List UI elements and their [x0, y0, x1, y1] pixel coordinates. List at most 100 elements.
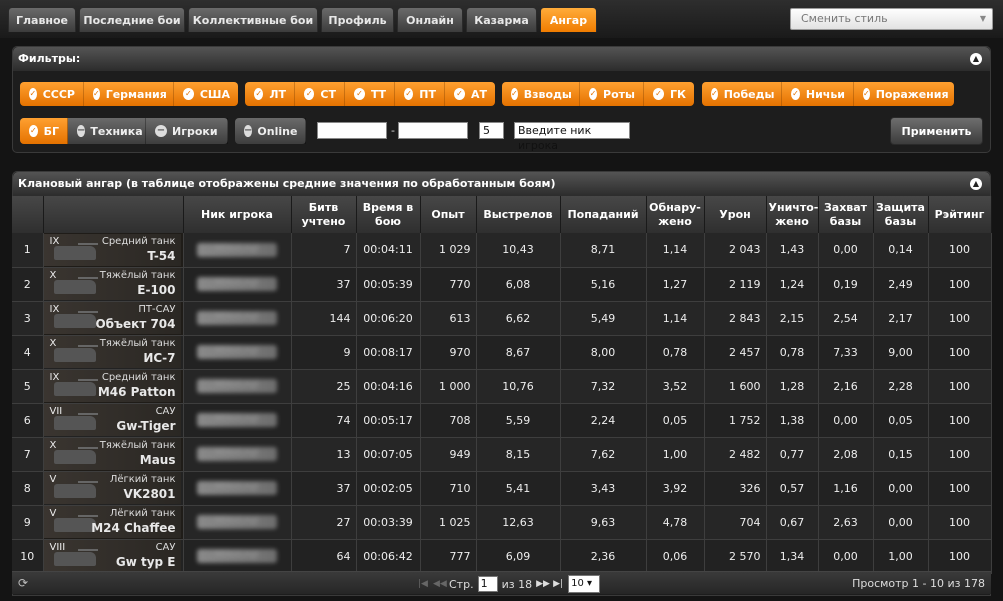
tank-name: T-54 — [147, 248, 176, 263]
column-header-hits[interactable]: Попаданий — [560, 196, 647, 233]
refresh-icon[interactable]: ⟳ — [18, 576, 28, 590]
next-page-icon[interactable]: ▶▶ — [536, 579, 550, 589]
player-nick[interactable]: MikoLogi — [183, 335, 292, 370]
apply-button[interactable]: Применить — [890, 117, 983, 145]
tank-icon — [53, 484, 96, 498]
min-battles-input[interactable]: 5 — [479, 122, 504, 139]
cell-capture: 2,16 — [818, 369, 874, 404]
tab-profile[interactable]: Профиль — [321, 7, 394, 32]
cell-spotted: 0,05 — [646, 403, 705, 438]
cell-exp: 708 — [420, 403, 477, 438]
filter-usa[interactable]: ✓ США — [174, 82, 238, 106]
check-icon: ✓ — [511, 88, 518, 100]
column-header-exp[interactable]: Опыт — [420, 196, 477, 233]
table-row[interactable]: 6 VII САУ Gw-Tiger MikoLogi 74 00:05:17 708 5,59… — [12, 403, 992, 438]
player-nick[interactable]: MikoLogi — [183, 267, 292, 302]
online-filter: − Online — [235, 118, 306, 144]
player-nick[interactable]: MikoLogi — [183, 505, 292, 540]
cell-defense: 1,00 — [873, 539, 929, 574]
table-row[interactable]: 7 X Тяжёлый танк Maus MikoLogi 13 00:07:05 949 8… — [12, 437, 992, 472]
column-header-rating[interactable]: Рэйтинг — [928, 196, 992, 233]
row-number: 10 — [12, 539, 44, 574]
cell-hits: 2,24 — [560, 403, 647, 438]
cell-time: 00:06:20 — [356, 301, 421, 336]
column-header-time[interactable]: Время в бою — [356, 196, 421, 233]
column-header-capture[interactable]: Захват базы — [818, 196, 874, 233]
cell-damage: 1 600 — [704, 369, 767, 404]
tank-name: M24 Chaffee — [91, 521, 176, 535]
hangar-header: Клановый ангар (в таблице отображены сре… — [13, 172, 990, 196]
cell-rating: 100 — [928, 301, 992, 336]
view-range-text: Просмотр 1 - 10 из 178 — [852, 577, 985, 590]
filter-online[interactable]: − Online — [235, 118, 306, 144]
filter-draws[interactable]: ✓ Ничьи — [782, 82, 854, 106]
tab-online[interactable]: Онлайн — [397, 7, 463, 32]
cell-rating: 100 — [928, 335, 992, 370]
cell-spotted: 4,78 — [646, 505, 705, 540]
column-header-spotted[interactable]: Обнару-жено — [646, 196, 705, 233]
cell-spotted: 1,27 — [646, 267, 705, 302]
table-row[interactable]: 2 X Тяжёлый танк E-100 MikoLogi 37 00:05:39 770… — [12, 267, 992, 302]
page-input[interactable]: 1 — [477, 576, 498, 592]
cell-spotted: 1,00 — [646, 437, 705, 472]
column-header-kills[interactable]: Уничто-жено — [766, 196, 819, 233]
filter-pt[interactable]: ✓ ПТ — [395, 82, 445, 106]
player-nick[interactable]: MikoLogi — [183, 233, 292, 268]
tab-barracks[interactable]: Казарма — [466, 7, 537, 32]
filter-germany[interactable]: ✓ Германия — [84, 82, 174, 106]
filter-defeats[interactable]: ✓ Поражения — [854, 82, 954, 106]
table-row[interactable]: 4 X Тяжёлый танк ИС-7 MikoLogi 9 00:08:17 970 8,… — [12, 335, 992, 370]
filter-wins[interactable]: ✓ Победы — [702, 82, 782, 106]
view-bg[interactable]: ✓ БГ — [20, 118, 68, 144]
view-vehicles[interactable]: − Техника — [68, 118, 146, 144]
last-page-icon[interactable]: ▶| — [552, 579, 564, 589]
filter-st[interactable]: ✓ СТ — [295, 82, 345, 106]
player-nick[interactable]: MikoLogi — [183, 301, 292, 336]
table-row[interactable]: 1 IX Средний танк T-54 MikoLogi 7 00:04:11 1 02… — [12, 233, 992, 268]
style-select[interactable]: Сменить стиль ▼ — [790, 8, 993, 30]
player-nick-input[interactable]: Введите ник игрока — [514, 122, 630, 152]
tank-name: Объект 704 — [95, 317, 176, 331]
column-header-damage[interactable]: Урон — [704, 196, 767, 233]
tank-gun-icon — [77, 379, 98, 381]
tank-gun-icon — [77, 447, 98, 449]
first-page-icon[interactable]: |◀ — [417, 579, 429, 589]
filter-ussr[interactable]: ✓ СССР — [20, 82, 84, 106]
table-row[interactable]: 10 VIII САУ Gw typ E MikoLogi 64 00:06:42 777 6,… — [12, 539, 992, 574]
table-row[interactable]: 8 V Лёгкий танк VK2801 MikoLogi 37 00:02:05 710… — [12, 471, 992, 506]
player-nick[interactable]: MikoLogi — [183, 471, 292, 506]
tank-level: VII — [49, 406, 63, 417]
tab-team-battles[interactable]: Коллективные бои — [188, 7, 318, 32]
player-nick[interactable]: MikoLogi — [183, 437, 292, 472]
filter-tt[interactable]: ✓ ТТ — [345, 82, 395, 106]
filter-gk[interactable]: ✓ ГК — [644, 82, 694, 106]
filter-companies[interactable]: ✓ Роты — [580, 82, 644, 106]
cell-shots: 6,08 — [476, 267, 561, 302]
table-row[interactable]: 3 IX ПТ-САУ Объект 704 MikoLogi 144 00:06:20 61… — [12, 301, 992, 336]
column-header-nick[interactable]: Ник игрока — [183, 196, 292, 233]
table-row[interactable]: 9 V Лёгкий танк M24 Chaffee MikoLogi 27 00:03:… — [12, 505, 992, 540]
column-header-shots[interactable]: Выстрелов — [476, 196, 561, 233]
table-row[interactable]: 5 IX Средний танк M46 Patton MikoLogi 25 00:04… — [12, 369, 992, 404]
view-players[interactable]: − Игроки — [146, 118, 228, 144]
tab-main[interactable]: Главное — [8, 7, 76, 32]
per-page-select[interactable]: 10 ▾ — [568, 575, 601, 593]
filter-platoons[interactable]: ✓ Взводы — [502, 82, 580, 106]
cell-kills: 0,67 — [766, 505, 819, 540]
cell-defense: 2,28 — [873, 369, 929, 404]
prev-page-icon[interactable]: ◀◀ — [433, 579, 447, 589]
filter-lt[interactable]: ✓ ЛТ — [245, 82, 295, 106]
player-nick[interactable]: MikoLogi — [183, 369, 292, 404]
tab-hangar[interactable]: Ангар — [540, 7, 597, 32]
cell-kills: 1,43 — [766, 233, 819, 268]
filter-at[interactable]: ✓ АТ — [445, 82, 495, 106]
tab-recent-battles[interactable]: Последние бои — [79, 7, 185, 32]
column-header-defense[interactable]: Защита базы — [873, 196, 929, 233]
player-nick[interactable]: MikoLogi — [183, 539, 292, 574]
date-to-input[interactable] — [398, 122, 468, 139]
date-from-input[interactable] — [317, 122, 387, 139]
column-header-battles[interactable]: Битв учтено — [291, 196, 357, 233]
collapse-icon[interactable]: ▲ — [970, 178, 982, 190]
collapse-icon[interactable]: ▲ — [970, 53, 982, 65]
player-nick[interactable]: MikoLogi — [183, 403, 292, 438]
